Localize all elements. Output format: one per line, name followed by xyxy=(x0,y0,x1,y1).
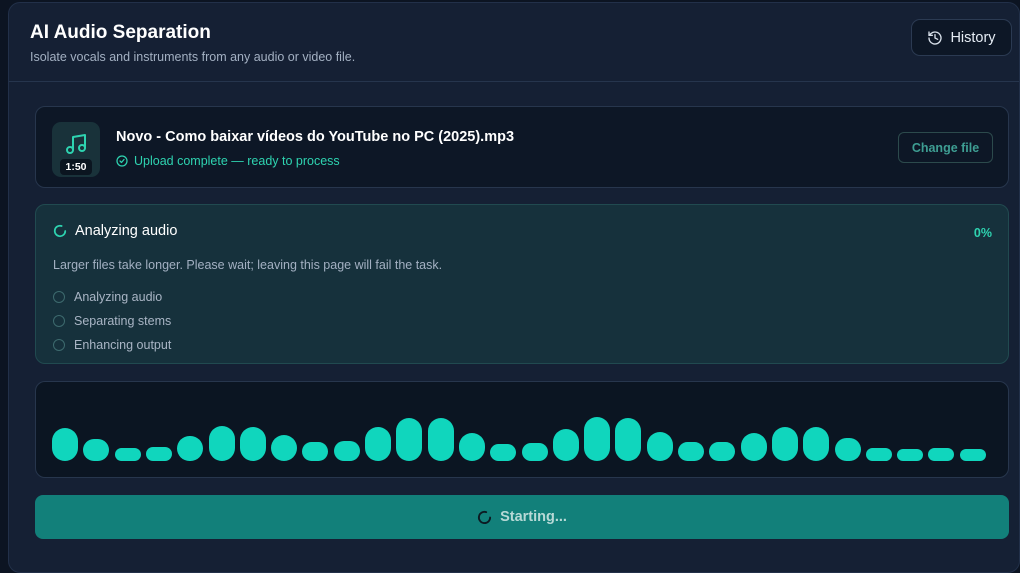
waveform-bar xyxy=(396,418,422,461)
file-card: 1:50 Novo - Como baixar vídeos do YouTub… xyxy=(35,106,1009,188)
file-thumbnail: 1:50 xyxy=(52,122,100,177)
waveform-bar xyxy=(741,433,767,461)
separation-panel: AI Audio Separation Isolate vocals and i… xyxy=(8,2,1020,573)
waveform-bar xyxy=(146,447,172,461)
history-icon xyxy=(928,30,943,45)
step-label: Analyzing audio xyxy=(74,290,163,304)
waveform-bar xyxy=(866,448,892,461)
waveform-bar xyxy=(209,426,235,461)
file-name: Novo - Como baixar vídeos do YouTube no … xyxy=(116,129,515,145)
step-label: Separating stems xyxy=(74,314,172,328)
waveform-bar xyxy=(960,449,986,461)
analysis-note: Larger files take longer. Please wait; l… xyxy=(53,258,443,272)
upload-status-text: Upload complete — ready to process xyxy=(134,154,340,168)
spinner-icon xyxy=(53,224,67,238)
waveform-bar xyxy=(115,448,141,461)
step-pending-icon xyxy=(53,339,65,351)
waveform-bar xyxy=(52,428,78,461)
waveform-bar xyxy=(83,439,109,461)
step-pending-icon xyxy=(53,315,65,327)
waveform-bar xyxy=(428,418,454,461)
step-item: Enhancing output xyxy=(53,333,171,357)
waveform-bar xyxy=(522,443,548,461)
analysis-header: Analyzing audio xyxy=(53,223,177,239)
waveform-bar xyxy=(772,427,798,461)
waveform-bar xyxy=(835,438,861,461)
step-label: Enhancing output xyxy=(74,338,172,352)
check-circle-icon xyxy=(116,155,128,167)
step-list: Analyzing audio Separating stems Enhanci… xyxy=(53,285,171,357)
start-button[interactable]: Starting... xyxy=(35,495,1009,539)
waveform-bar xyxy=(553,429,579,461)
waveform-bar xyxy=(271,435,297,461)
waveform-bar xyxy=(584,417,610,461)
history-button[interactable]: History xyxy=(911,19,1012,56)
page-subtitle: Isolate vocals and instruments from any … xyxy=(30,50,356,64)
analysis-card: Analyzing audio 0% Larger files take lon… xyxy=(35,204,1009,364)
start-button-label: Starting... xyxy=(500,509,567,525)
music-note-icon xyxy=(66,134,86,154)
step-pending-icon xyxy=(53,291,65,303)
waveform-bar xyxy=(177,436,203,461)
waveform-bar xyxy=(709,442,735,461)
change-file-button[interactable]: Change file xyxy=(898,132,993,163)
waveform-bar xyxy=(928,448,954,461)
duration-badge: 1:50 xyxy=(60,159,92,175)
waveform-bar xyxy=(615,418,641,461)
progress-percent: 0% xyxy=(973,226,992,240)
page-title: AI Audio Separation xyxy=(30,22,211,43)
waveform-bar xyxy=(678,442,704,461)
waveform-card xyxy=(35,381,1009,478)
upload-status: Upload complete — ready to process xyxy=(116,154,340,168)
waveform-bar xyxy=(334,441,360,461)
spinner-icon xyxy=(478,510,492,524)
waveform-bar xyxy=(459,433,485,461)
waveform-bar xyxy=(647,432,673,461)
history-label: History xyxy=(950,29,996,46)
header: AI Audio Separation Isolate vocals and i… xyxy=(9,3,1019,82)
waveform-bar xyxy=(490,444,516,461)
waveform-bar xyxy=(365,427,391,461)
waveform-bar xyxy=(302,442,328,461)
waveform-bar xyxy=(803,427,829,461)
waveform xyxy=(52,401,994,461)
waveform-bar xyxy=(897,449,923,461)
step-item: Separating stems xyxy=(53,309,171,333)
step-item: Analyzing audio xyxy=(53,285,171,309)
waveform-bar xyxy=(240,427,266,461)
analysis-title: Analyzing audio xyxy=(75,223,178,239)
